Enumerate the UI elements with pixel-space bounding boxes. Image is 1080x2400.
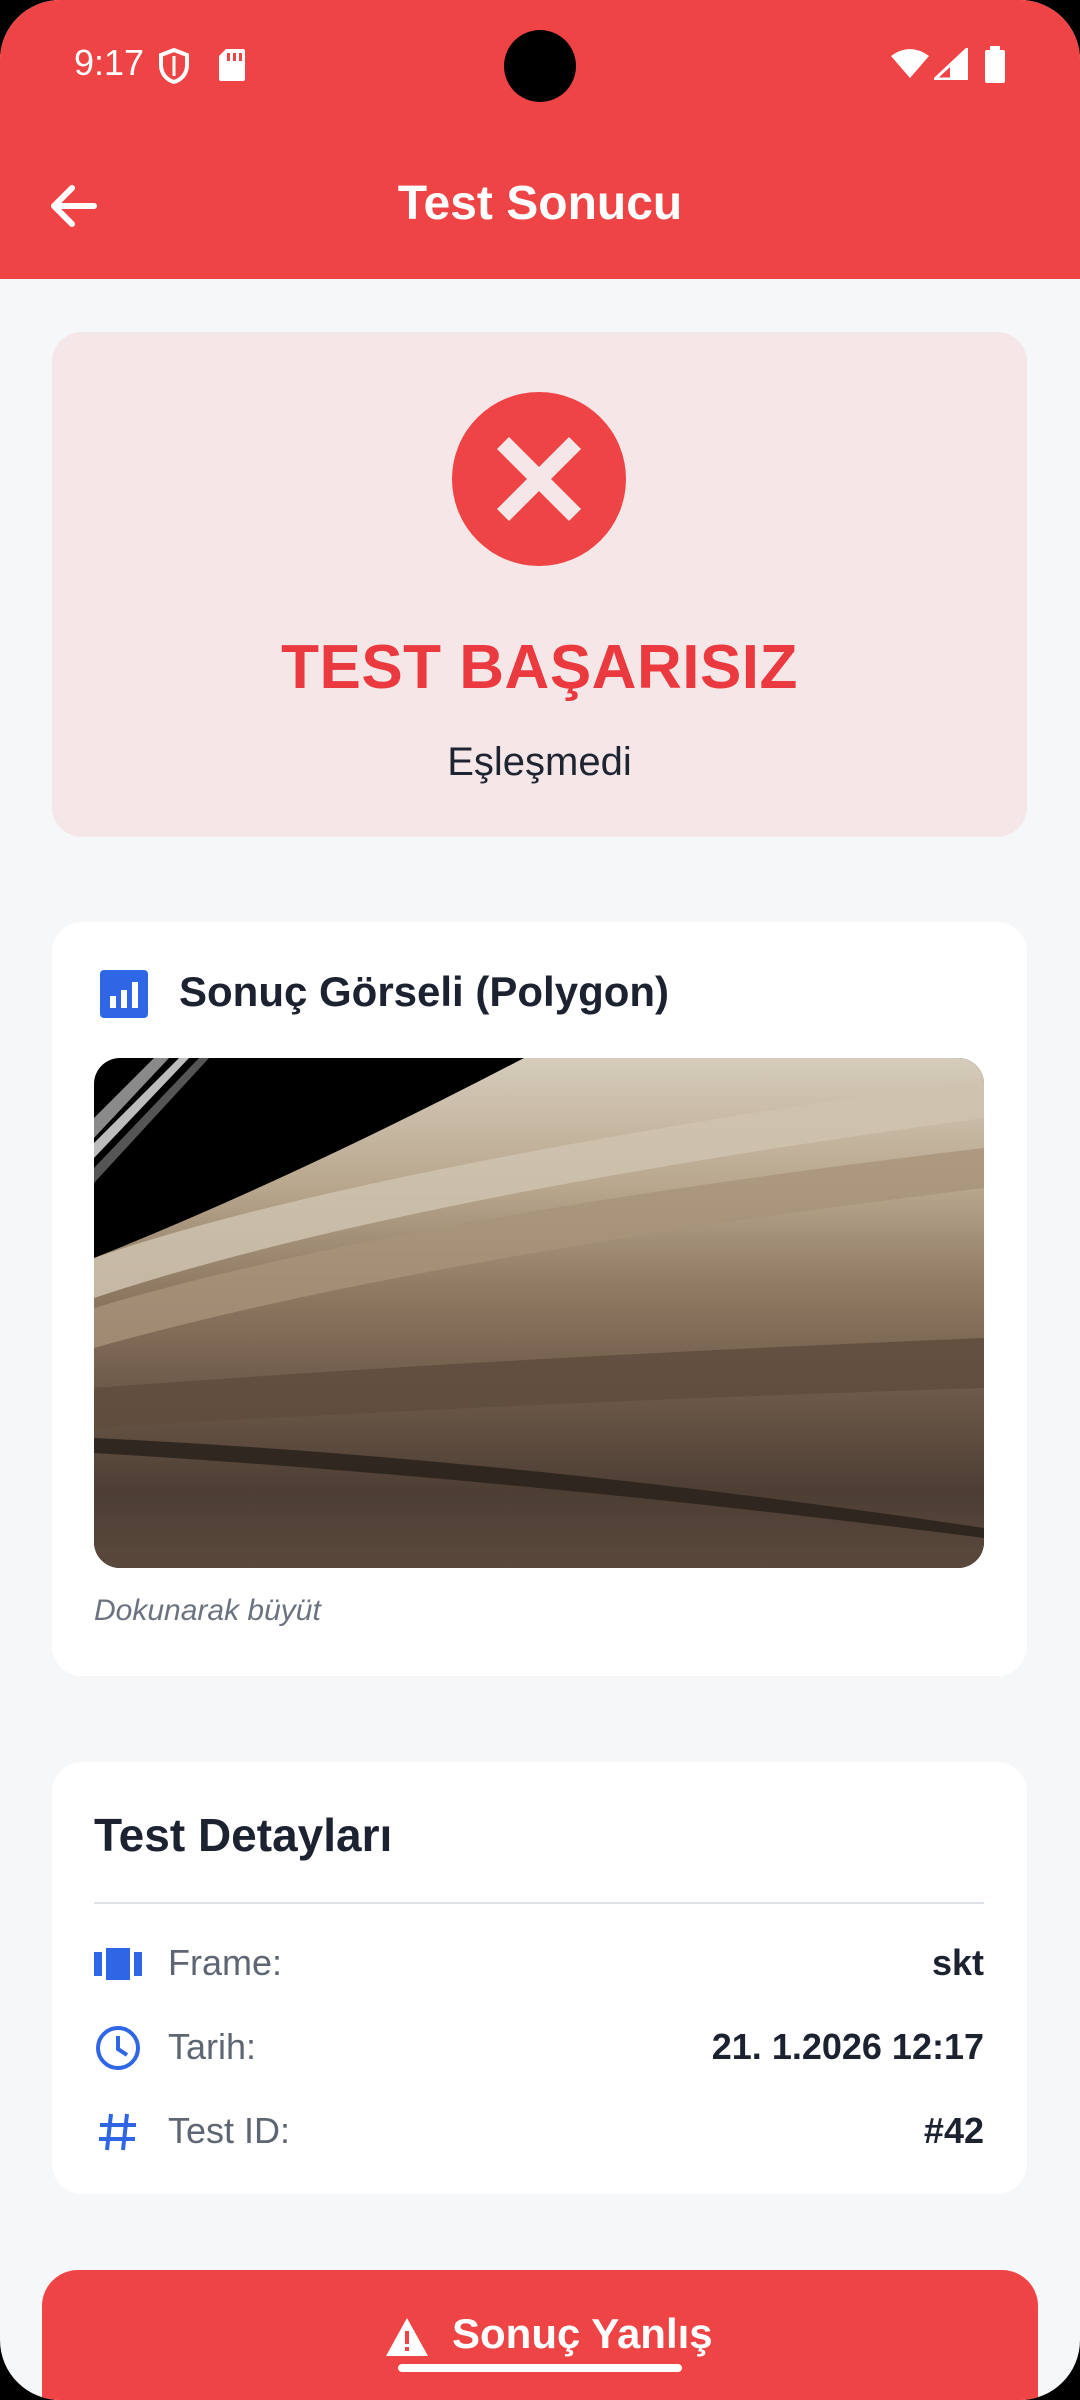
home-indicator[interactable] (398, 2364, 682, 2372)
signal-icon (931, 45, 969, 85)
clock-icon (94, 2024, 142, 2072)
details-title: Test Detayları (94, 1809, 393, 1861)
film-icon (94, 1940, 142, 1988)
warning-icon (384, 2316, 430, 2363)
status-bar: 9:17 (0, 0, 1080, 130)
result-card: TEST BAŞARISIZ Eşleşmedi (52, 332, 1027, 837)
page-title: Test Sonucu (397, 177, 683, 230)
sd-card-icon (218, 48, 246, 87)
result-image-card: Sonuç Görseli (Polygon) Dokunarak büyüt (52, 922, 1027, 1676)
test-details-card: Test Detayları Frame: skt Tarih: 21. 1.2… (52, 1762, 1027, 2194)
battery-icon (984, 46, 1006, 89)
detail-value: skt (931, 1942, 984, 1983)
detail-row-date: Tarih: 21. 1.2026 12:17 (94, 2016, 984, 2076)
detail-value: 21. 1.2026 12:17 (711, 2026, 984, 2067)
detail-value: #42 (923, 2110, 984, 2151)
result-subtitle: Eşleşmedi (447, 740, 632, 784)
result-title: TEST BAŞARISIZ (281, 633, 798, 702)
status-time: 9:17 (74, 42, 145, 83)
result-image[interactable] (94, 1058, 984, 1568)
error-x-icon (452, 392, 626, 566)
detail-label: Test ID: (168, 2110, 291, 2151)
shield-icon (158, 47, 190, 89)
hash-icon (94, 2108, 142, 2156)
screen: 9:17 Test Sonucu TEST BAŞARISIZ Eşleşmed… (0, 0, 1080, 2400)
detail-label: Tarih: (168, 2026, 257, 2067)
detail-row-test-id: Test ID: #42 (94, 2100, 984, 2160)
camera-cutout (504, 30, 576, 102)
detail-label: Frame: (168, 1942, 283, 1983)
result-wrong-label: Sonuç Yanlış (452, 2310, 713, 2357)
image-card-title: Sonuç Görseli (Polygon) (179, 968, 670, 1015)
wifi-icon (890, 48, 930, 85)
app-header: 9:17 Test Sonucu (0, 0, 1080, 279)
bar-chart-icon (100, 970, 148, 1018)
tap-to-zoom-hint: Dokunarak büyüt (94, 1594, 321, 1627)
result-wrong-button[interactable]: Sonuç Yanlış (42, 2270, 1038, 2400)
divider (94, 1902, 984, 1904)
detail-row-frame: Frame: skt (94, 1932, 984, 1992)
